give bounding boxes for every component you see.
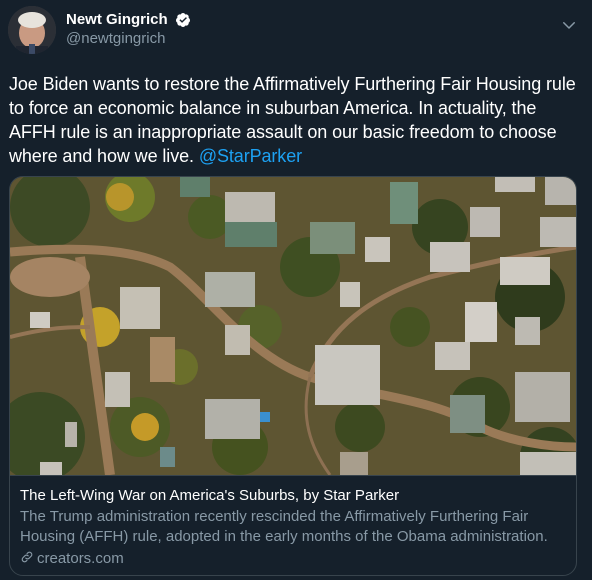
- card-domain[interactable]: creators.com: [20, 549, 566, 569]
- card-image: [10, 177, 576, 487]
- card-title[interactable]: The Left-Wing War on America's Suburbs, …: [20, 486, 566, 506]
- card-domain-text: creators.com: [37, 550, 124, 567]
- author-display-name[interactable]: Newt Gingrich: [66, 10, 168, 29]
- chevron-down-icon[interactable]: [560, 16, 578, 34]
- author-block[interactable]: Newt Gingrich @newtgingrich: [66, 10, 191, 49]
- tweet-header: Newt Gingrich @newtgingrich: [0, 0, 592, 60]
- avatar[interactable]: [8, 6, 56, 54]
- verified-badge-icon: [176, 12, 191, 27]
- author-handle[interactable]: @newtgingrich: [66, 29, 191, 49]
- card-body: The Left-Wing War on America's Suburbs, …: [10, 475, 576, 575]
- mention-link[interactable]: @StarParker: [199, 146, 302, 166]
- card-description: The Trump administration recently rescin…: [20, 508, 548, 545]
- aerial-village-image: [10, 177, 576, 487]
- tweet-text: Joe Biden wants to restore the Affirmati…: [9, 72, 584, 168]
- avatar-image: [8, 6, 56, 54]
- link-icon: [21, 551, 33, 563]
- link-card[interactable]: The Left-Wing War on America's Suburbs, …: [9, 176, 577, 576]
